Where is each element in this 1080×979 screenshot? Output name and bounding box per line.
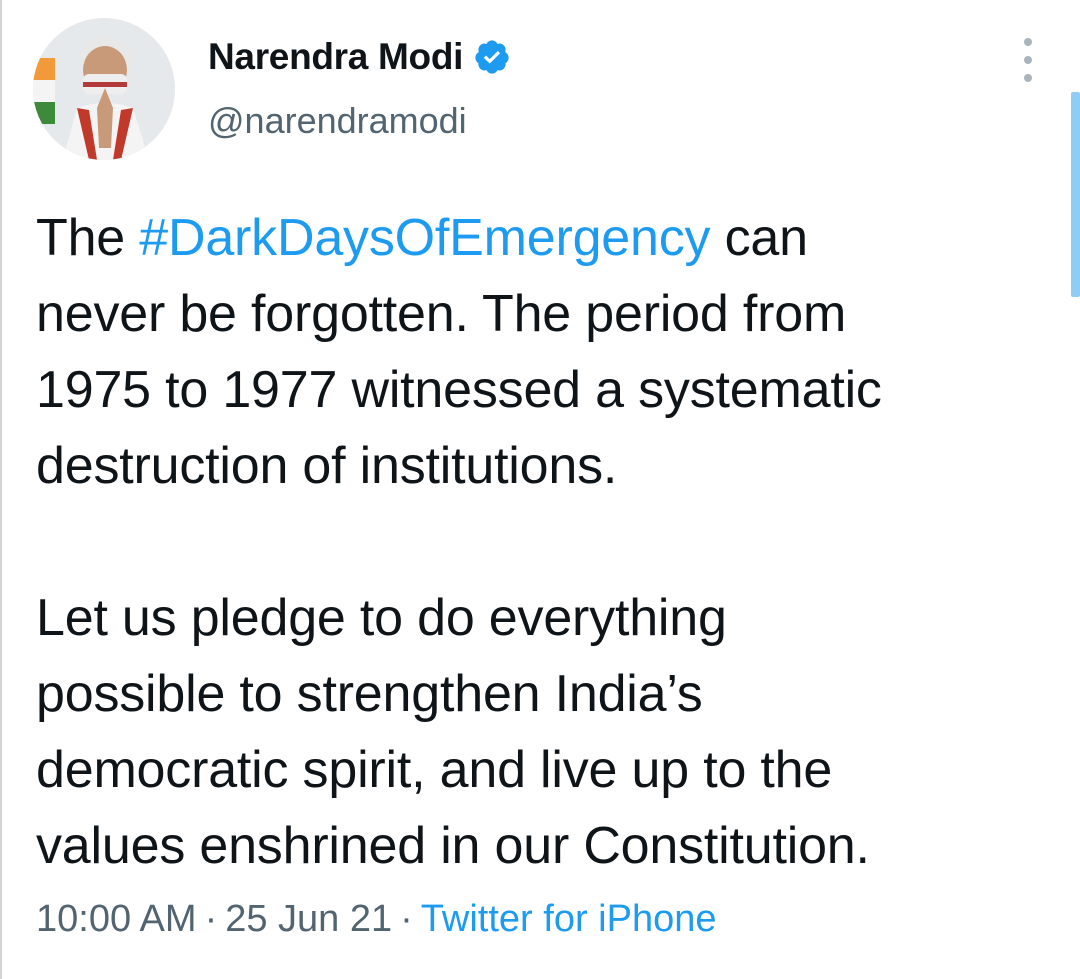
author-handle[interactable]: @narendramodi [208, 100, 467, 142]
more-vertical-icon[interactable] [1010, 38, 1046, 82]
profile-photo [33, 18, 175, 160]
dot-icon [1024, 74, 1032, 82]
tweet-time[interactable]: 10:00 AM [36, 898, 197, 940]
tweet-line: possible to strengthen India’s [36, 665, 703, 723]
tweet-line: 1975 to 1977 witnessed a systematic [36, 361, 882, 419]
tweet-line: Let us pledge to do everything [36, 589, 727, 647]
tweet-line: never be forgotten. The period from [36, 285, 847, 343]
separator: · [204, 898, 218, 940]
tweet-paragraph-1: The #DarkDaysOfEmergency can never be fo… [36, 200, 1046, 504]
tweet-line: The #DarkDaysOfEmergency can [36, 200, 1046, 276]
scrollbar[interactable] [1071, 92, 1080, 297]
tweet-card: Narendra Modi @narendramodi The #DarkDay… [0, 0, 1080, 979]
tweet-line: values enshrined in our Constitution. [36, 817, 870, 875]
tweet-date[interactable]: 25 Jun 21 [225, 898, 392, 940]
verified-badge-icon [473, 38, 511, 76]
tweet-paragraph-2: Let us pledge to do everything possible … [36, 580, 1046, 884]
tweet-line-text: The [36, 209, 140, 267]
tweet-text: The #DarkDaysOfEmergency can never be fo… [36, 200, 1046, 884]
author-display-name[interactable]: Narendra Modi [208, 36, 463, 78]
avatar[interactable] [33, 18, 175, 160]
dot-icon [1024, 38, 1032, 46]
hashtag-link[interactable]: #DarkDaysOfEmergency [139, 209, 710, 267]
tweet-line: democratic spirit, and live up to the [36, 741, 833, 799]
dot-icon [1024, 56, 1032, 64]
divider [0, 0, 2, 979]
separator: · [400, 898, 413, 940]
tweet-line: destruction of institutions. [36, 437, 618, 495]
author-name-row[interactable]: Narendra Modi [208, 34, 511, 80]
tweet-source-link[interactable]: Twitter for iPhone [421, 898, 717, 940]
tweet-line-text: can [710, 209, 808, 267]
tweet-metadata: 10:00 AM · 25 Jun 21 · Twitter for iPhone [36, 898, 716, 941]
